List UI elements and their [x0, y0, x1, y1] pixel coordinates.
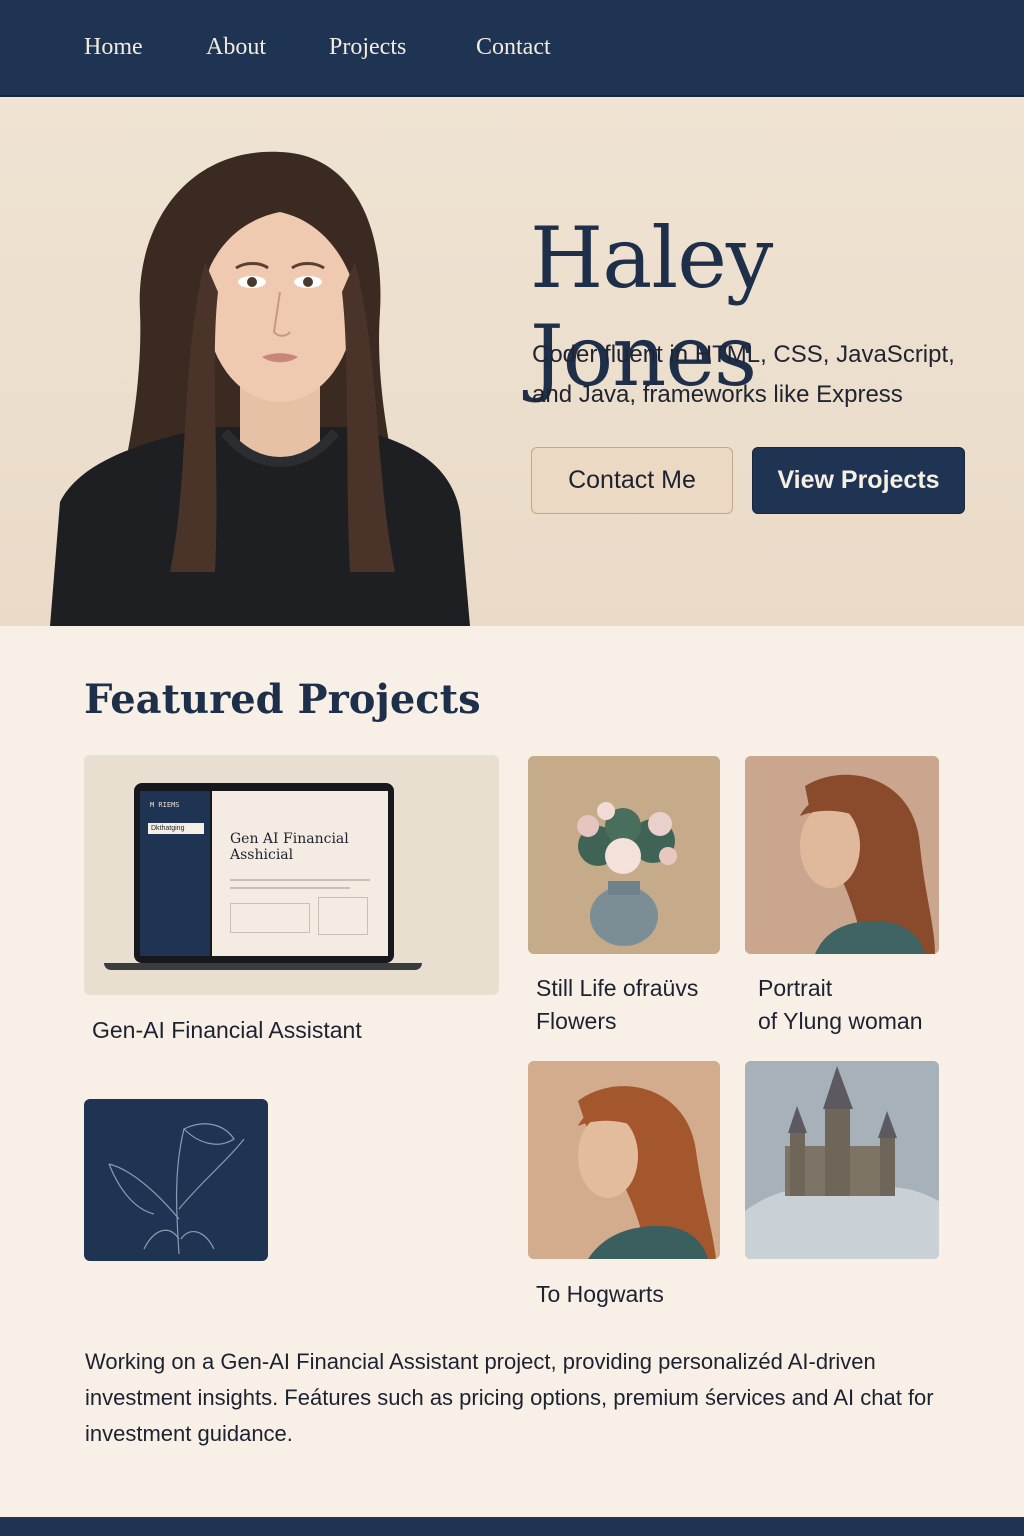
nav-contact-link[interactable]: Contact — [476, 34, 551, 61]
view-projects-button[interactable]: View Projects — [752, 447, 965, 514]
nav-projects-link[interactable]: Projects — [329, 34, 406, 61]
app-brand: M RIEMS — [150, 801, 180, 809]
project-card-still-life[interactable] — [528, 756, 720, 954]
castle-painting — [745, 1061, 939, 1259]
app-sidebar: M RIEMS Dkthatging — [140, 791, 210, 956]
still-life-painting — [528, 756, 720, 954]
profile-photo — [50, 151, 470, 626]
app-heading-line-1: Gen AI Financial — [230, 831, 349, 847]
hero-tagline: Coder fluent in HTML, CSS, JavaScript, a… — [532, 335, 1002, 415]
project-card-portrait-2[interactable] — [528, 1061, 720, 1259]
project-card-castle[interactable] — [745, 1061, 939, 1259]
hero-section: Haley Jones Coder fluent in HTML, CSS, J… — [0, 97, 1024, 626]
app-heading: Gen AI Financial Asshicial — [230, 831, 349, 863]
portrait-painting-2 — [528, 1061, 720, 1259]
caption-portrait-line-1: Portrait — [758, 975, 833, 1001]
project-card-portrait[interactable] — [745, 756, 939, 954]
project-description: Working on a Gen-AI Financial Assistant … — [85, 1349, 934, 1446]
tagline-line-1: Coder fluent in HTML, CSS, JavaScript, — [532, 341, 955, 368]
nav-about-link[interactable]: About — [206, 34, 266, 61]
caption-portrait-line-2: of Ylung woman — [758, 1008, 923, 1034]
project-card-financial-assistant[interactable]: M RIEMS Dkthatging Gen AI Financial Assh… — [84, 755, 499, 995]
contact-me-button[interactable]: Contact Me — [531, 447, 733, 514]
botanical-sketch — [108, 1123, 245, 1255]
caption-still-life-line-1: Still Life ofraüvs — [536, 975, 699, 1001]
nav-home-link[interactable]: Home — [84, 34, 143, 61]
caption-financial-assistant: Gen-AI Financial Assistant — [92, 1017, 362, 1043]
featured-projects-title: Featured Projects — [84, 676, 481, 723]
app-content: Gen AI Financial Asshicial — [212, 791, 388, 956]
tagline-line-2: and Java, frameworks like Express — [532, 381, 903, 408]
portrait-painting — [745, 756, 939, 954]
footer-bar — [0, 1517, 1024, 1536]
top-nav: Home About Projects Contact — [0, 0, 1024, 97]
caption-still-life: Still Life ofraüvs Flowers — [536, 972, 698, 1038]
caption-hogwarts: To Hogwarts — [536, 1281, 664, 1307]
project-card-botanical[interactable] — [84, 1099, 268, 1261]
app-menu-item: Dkthatging — [148, 823, 204, 834]
caption-still-life-line-2: Flowers — [536, 1008, 617, 1034]
caption-portrait: Portrait of Ylung woman — [758, 972, 923, 1038]
laptop-screen: M RIEMS Dkthatging Gen AI Financial Assh… — [134, 783, 394, 963]
laptop-base — [104, 963, 422, 970]
app-heading-line-2: Asshicial — [230, 847, 294, 863]
